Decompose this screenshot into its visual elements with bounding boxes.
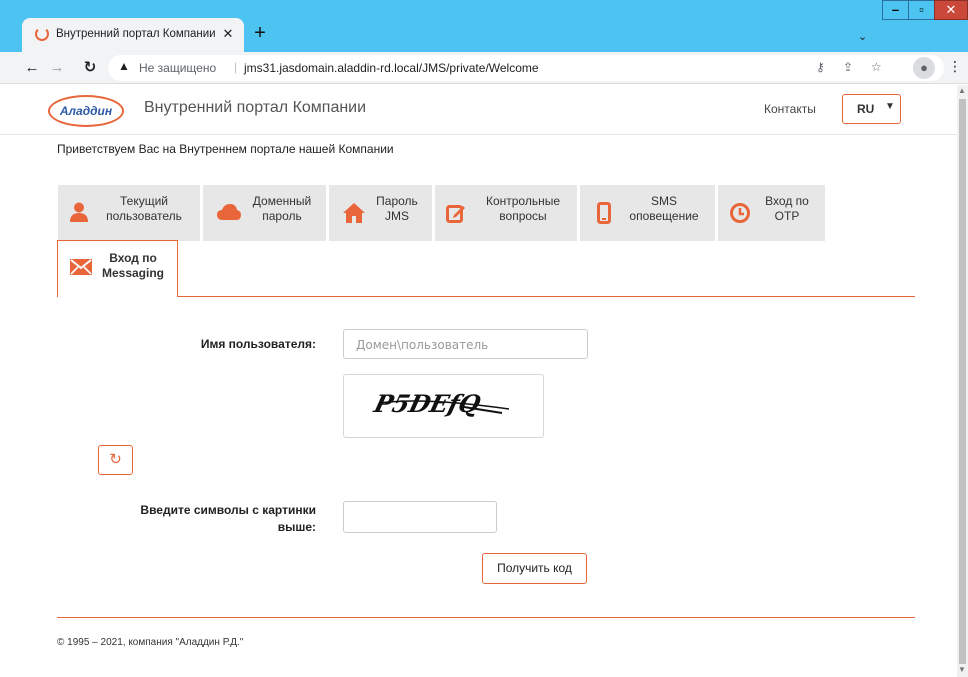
menu-item-label: вопросы [499,209,547,223]
edit-icon [446,205,465,223]
menu-item-otp[interactable]: Вход по OTP [718,185,825,241]
warning-icon[interactable]: ▲ [118,59,130,73]
profile-icon[interactable]: ● [913,57,935,79]
security-status[interactable]: Не защищено [139,61,216,75]
clock-icon [730,203,750,223]
refresh-icon: ↻ [109,451,122,468]
portal-title: Внутренний портал Компании [144,99,367,116]
menu-item-label: JMS [385,209,409,223]
minimize-button[interactable]: – [882,0,909,20]
username-input[interactable]: Домен\пользователь [343,329,588,359]
menu-item-label: Вход по [109,251,157,265]
captcha-input[interactable] [343,501,497,533]
url-text[interactable]: jms31.jasdomain.aladdin-rd.local/JMS/pri… [244,61,539,75]
menu-item-jms-password[interactable]: Пароль JMS [329,185,432,241]
tabs-divider [177,296,915,297]
scroll-up-icon[interactable]: ▲ [958,86,966,95]
cloud-icon [217,204,241,220]
tab-close-button[interactable]: ✕ [219,25,237,43]
captcha-label: Введите символы с картинки [140,503,316,517]
tab-search-icon[interactable]: ⌄ [858,30,867,43]
browser-toolbar: ← → ↻ ▲ Не защищено | jms31.jasdomain.al… [0,52,968,84]
menu-item-label: пароль [262,209,302,223]
menu-item-sms[interactable]: SMS оповещение [580,185,715,241]
tab-title: Внутренний портал Компании [56,28,216,40]
browser-tabbar: Внутренний портал Компании ✕ + ⌄ – ▫ ✕ [0,0,968,52]
maximize-button[interactable]: ▫ [908,0,935,20]
footer-divider [57,617,915,618]
back-icon[interactable]: ← [22,58,42,78]
share-icon[interactable]: ⇪ [843,60,853,74]
menu-item-label: Вход по [765,194,809,208]
address-bar[interactable]: ▲ Не защищено | jms31.jasdomain.aladdin-… [108,55,944,81]
page-header: Аладдин Внутренний портал Компании Конта… [0,85,957,135]
star-icon[interactable]: ☆ [871,60,882,74]
menu-item-label: Доменный [252,194,312,208]
menu-item-label: оповещение [629,209,699,223]
scroll-thumb[interactable] [959,99,966,664]
menu-item-label: OTP [774,209,800,223]
menu-item-label: SMS [650,194,677,208]
welcome-text: Приветствуем Вас на Внутреннем портале н… [57,142,394,156]
close-window-button[interactable]: ✕ [934,0,968,20]
copyright-text: © 1995 – 2021, компания "Аладдин Р.Д." [57,637,244,648]
new-tab-button[interactable]: + [250,23,270,44]
refresh-captcha-button[interactable]: ↻ [98,445,133,475]
logo-text: Аладдин [59,104,113,118]
language-select[interactable]: RU ▼ [842,94,901,124]
company-logo[interactable]: Аладдин [48,95,124,127]
forward-icon[interactable]: → [47,58,67,78]
home-icon [343,203,365,223]
phone-icon [597,202,611,224]
menu-item-label: Контрольные [485,194,561,208]
menu-item-label: Текущий [120,194,168,208]
captcha-drawing: P5DEfQ [370,389,510,418]
get-code-button[interactable]: Получить код [482,553,587,584]
key-icon[interactable]: ⚷ [816,60,825,74]
envelope-icon [70,259,92,275]
chevron-down-icon: ▼ [885,101,895,112]
username-label: Имя пользователя: [200,337,316,351]
reload-icon[interactable]: ↻ [80,58,100,78]
favicon-icon [35,27,49,41]
scroll-down-icon[interactable]: ▼ [958,665,966,674]
menu-item-domain-password[interactable]: Доменный пароль [203,185,326,241]
captcha-image: P5DEfQ [343,374,544,438]
menu-item-security-questions[interactable]: Контрольные вопросы [435,185,577,241]
captcha-label: выше: [277,520,316,534]
menu-item-messaging[interactable]: Вход по Messaging [57,240,178,297]
menu-item-label: Messaging [101,266,164,280]
language-value: RU [857,102,875,116]
user-icon [70,202,88,222]
menu-icon[interactable]: ⋮ [948,58,962,75]
page-scrollbar[interactable]: ▲ ▼ [957,85,968,677]
contacts-link[interactable]: Контакты [764,102,816,116]
browser-tab[interactable]: Внутренний портал Компании ✕ [22,18,244,52]
menu-item-label: Пароль [376,194,418,208]
url-separator: | [234,60,238,74]
menu-item-current-user[interactable]: Текущий пользователь [58,185,200,241]
menu-item-label: пользователь [106,209,182,223]
